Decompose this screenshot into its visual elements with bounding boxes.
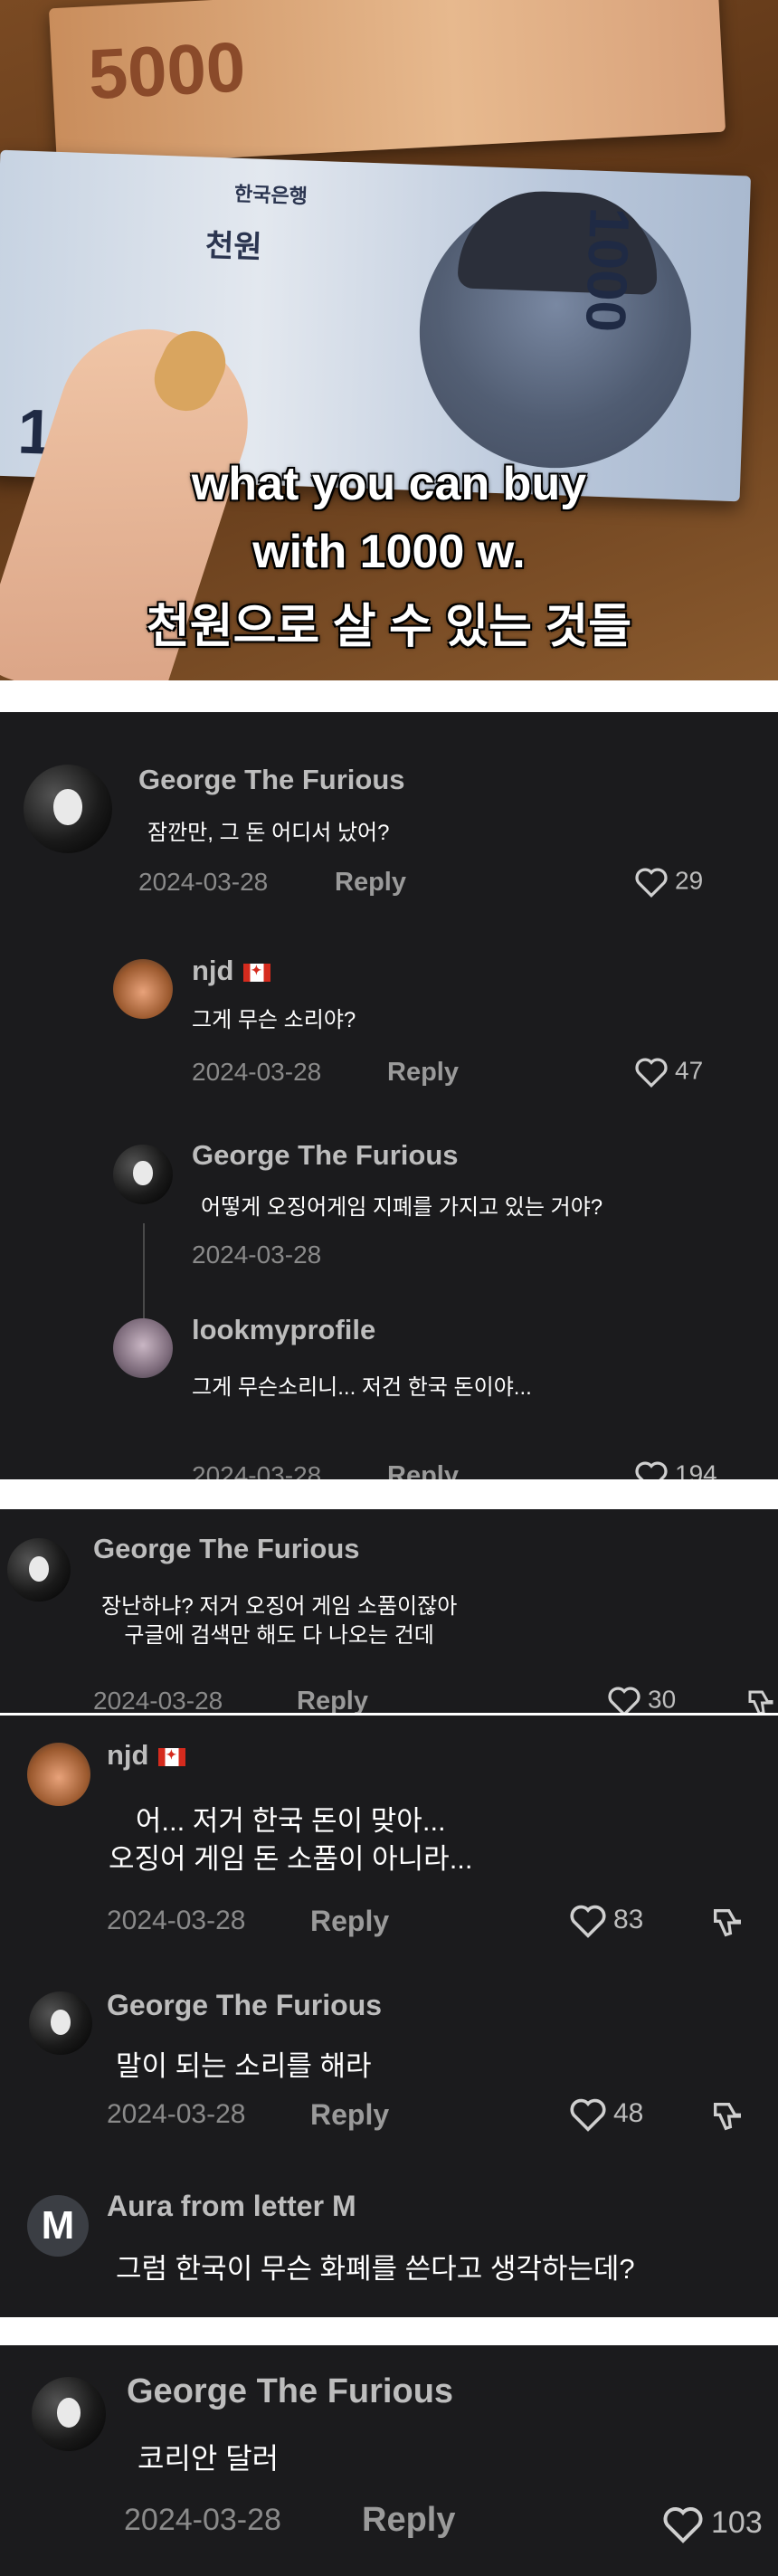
comments-panel-3: njd 어... 저거 한국 돈이 맞아... 오징어 게임 돈 소품이 아니라… (0, 1716, 778, 2317)
comment-date: 2024-03-28 (192, 1058, 322, 1086)
reply-button[interactable]: Reply (310, 2098, 389, 2132)
canada-flag-icon (157, 1747, 185, 1766)
like-count: 48 (613, 2097, 644, 2128)
comment-text: 그게 무슨 소리야? (192, 1008, 356, 1032)
comment-text: 그럼 한국이 무슨 화폐를 쓴다고 생각하는데? (116, 2253, 635, 2285)
comments-panel-4: George The Furious 코리안 달러 2024-03-28 Rep… (0, 2345, 778, 2576)
canada-flag-icon (242, 963, 270, 982)
heart-icon (608, 1687, 640, 1713)
username[interactable]: George The Furious (93, 1533, 360, 1565)
caption-line-1: what you can buy (191, 458, 587, 510)
like-button[interactable]: 103 (660, 2505, 763, 2544)
photo-panel: 5000 1000 천원 한국은행 10 what you can buy wi… (0, 0, 778, 680)
avatar[interactable] (7, 1538, 71, 1602)
avatar[interactable]: M (27, 2195, 89, 2257)
comment-date: 2024-03-28 (107, 1906, 246, 1935)
reply-button[interactable]: Reply (387, 1058, 459, 1088)
username[interactable]: George The Furious (107, 1989, 382, 2022)
like-button[interactable]: 83 (568, 1903, 643, 1939)
comment-date: 2024-03-28 (107, 2099, 246, 2129)
avatar[interactable] (113, 1145, 173, 1204)
comment-date: 2024-03-28 (138, 868, 269, 896)
comment-text: 코리안 달러 (138, 2442, 280, 2475)
comment-text: 잠깐만, 그 돈 어디서 났어? (147, 821, 390, 845)
username[interactable]: George The Furious (138, 764, 405, 796)
avatar[interactable] (113, 959, 173, 1019)
like-button[interactable]: 30 (606, 1685, 676, 1713)
reply-button[interactable]: Reply (297, 1687, 368, 1713)
reply-button[interactable]: Reply (310, 1905, 389, 1938)
like-button[interactable]: 48 (568, 2096, 643, 2133)
dislike-icon[interactable] (744, 1687, 778, 1713)
username[interactable]: njd (107, 1739, 185, 1772)
like-button[interactable]: 47 (633, 1056, 703, 1088)
caption-line-3: 천원으로 살 수 있는 것들 (146, 601, 632, 653)
avatar[interactable] (32, 2377, 106, 2451)
comment-text: 어... 저거 한국 돈이 맞아... 오징어 게임 돈 소품이 아니라... (109, 1805, 473, 1875)
banknote-1000-denomination: 1000 (573, 205, 640, 334)
reply-button[interactable]: Reply (387, 1461, 459, 1479)
heart-icon (570, 1905, 606, 1938)
comments-panel-2: George The Furious 장난하냐? 저거 오징어 게임 소품이잖아… (0, 1509, 778, 1713)
like-button[interactable]: 194 (633, 1459, 717, 1479)
like-count: 30 (648, 1685, 677, 1713)
reply-button[interactable]: Reply (362, 2501, 455, 2540)
comment-text: 장난하냐? 저거 오징어 게임 소품이잖아 구글에 검색만 해도 다 나오는 건… (101, 1594, 458, 1648)
banknote-5000: 5000 (48, 0, 726, 167)
avatar[interactable] (113, 1318, 173, 1378)
username[interactable]: lookmyprofile (192, 1314, 375, 1346)
avatar[interactable] (27, 1743, 90, 1806)
banknote-1000-korean-label: 천원 (204, 228, 263, 265)
comment-text: 말이 되는 소리를 해라 (116, 2050, 372, 2082)
username[interactable]: George The Furious (192, 1139, 459, 1172)
dislike-icon[interactable] (707, 2098, 747, 2134)
banknote-5000-denomination: 5000 (86, 26, 248, 115)
heart-icon (635, 868, 668, 898)
username[interactable]: njd (192, 955, 270, 987)
reply-button[interactable]: Reply (335, 868, 406, 898)
comments-panel-1: George The Furious 잠깐만, 그 돈 어디서 났어? 2024… (0, 712, 778, 1479)
banknote-bank-name: 한국은행 (233, 182, 308, 208)
heart-icon (570, 2098, 606, 2132)
avatar[interactable] (24, 765, 112, 853)
username[interactable]: Aura from letter M (107, 2190, 356, 2223)
like-count: 103 (711, 2505, 763, 2540)
heart-icon (635, 1461, 668, 1479)
comment-date: 2024-03-28 (124, 2503, 281, 2537)
like-count: 83 (613, 1904, 644, 1934)
like-button[interactable]: 29 (633, 866, 703, 898)
comment-text: 그게 무슨소리니... 저건 한국 돈이야... (192, 1375, 532, 1400)
thread-line (143, 1223, 145, 1323)
heart-icon (635, 1058, 668, 1088)
like-count: 47 (675, 1056, 704, 1085)
dislike-icon[interactable] (707, 1905, 747, 1941)
caption-line-2: with 1000 w. (252, 526, 526, 578)
comment-date: 2024-03-28 (192, 1240, 322, 1269)
like-count: 29 (675, 866, 704, 895)
comment-date: 2024-03-28 (192, 1461, 322, 1479)
heart-icon (663, 2507, 703, 2543)
like-count: 194 (675, 1459, 717, 1479)
comment-text: 어떻게 오징어게임 지폐를 가지고 있는 거야? (201, 1195, 603, 1220)
username[interactable]: George The Furious (127, 2372, 453, 2411)
comment-date: 2024-03-28 (93, 1687, 223, 1713)
avatar[interactable] (29, 1991, 92, 2055)
